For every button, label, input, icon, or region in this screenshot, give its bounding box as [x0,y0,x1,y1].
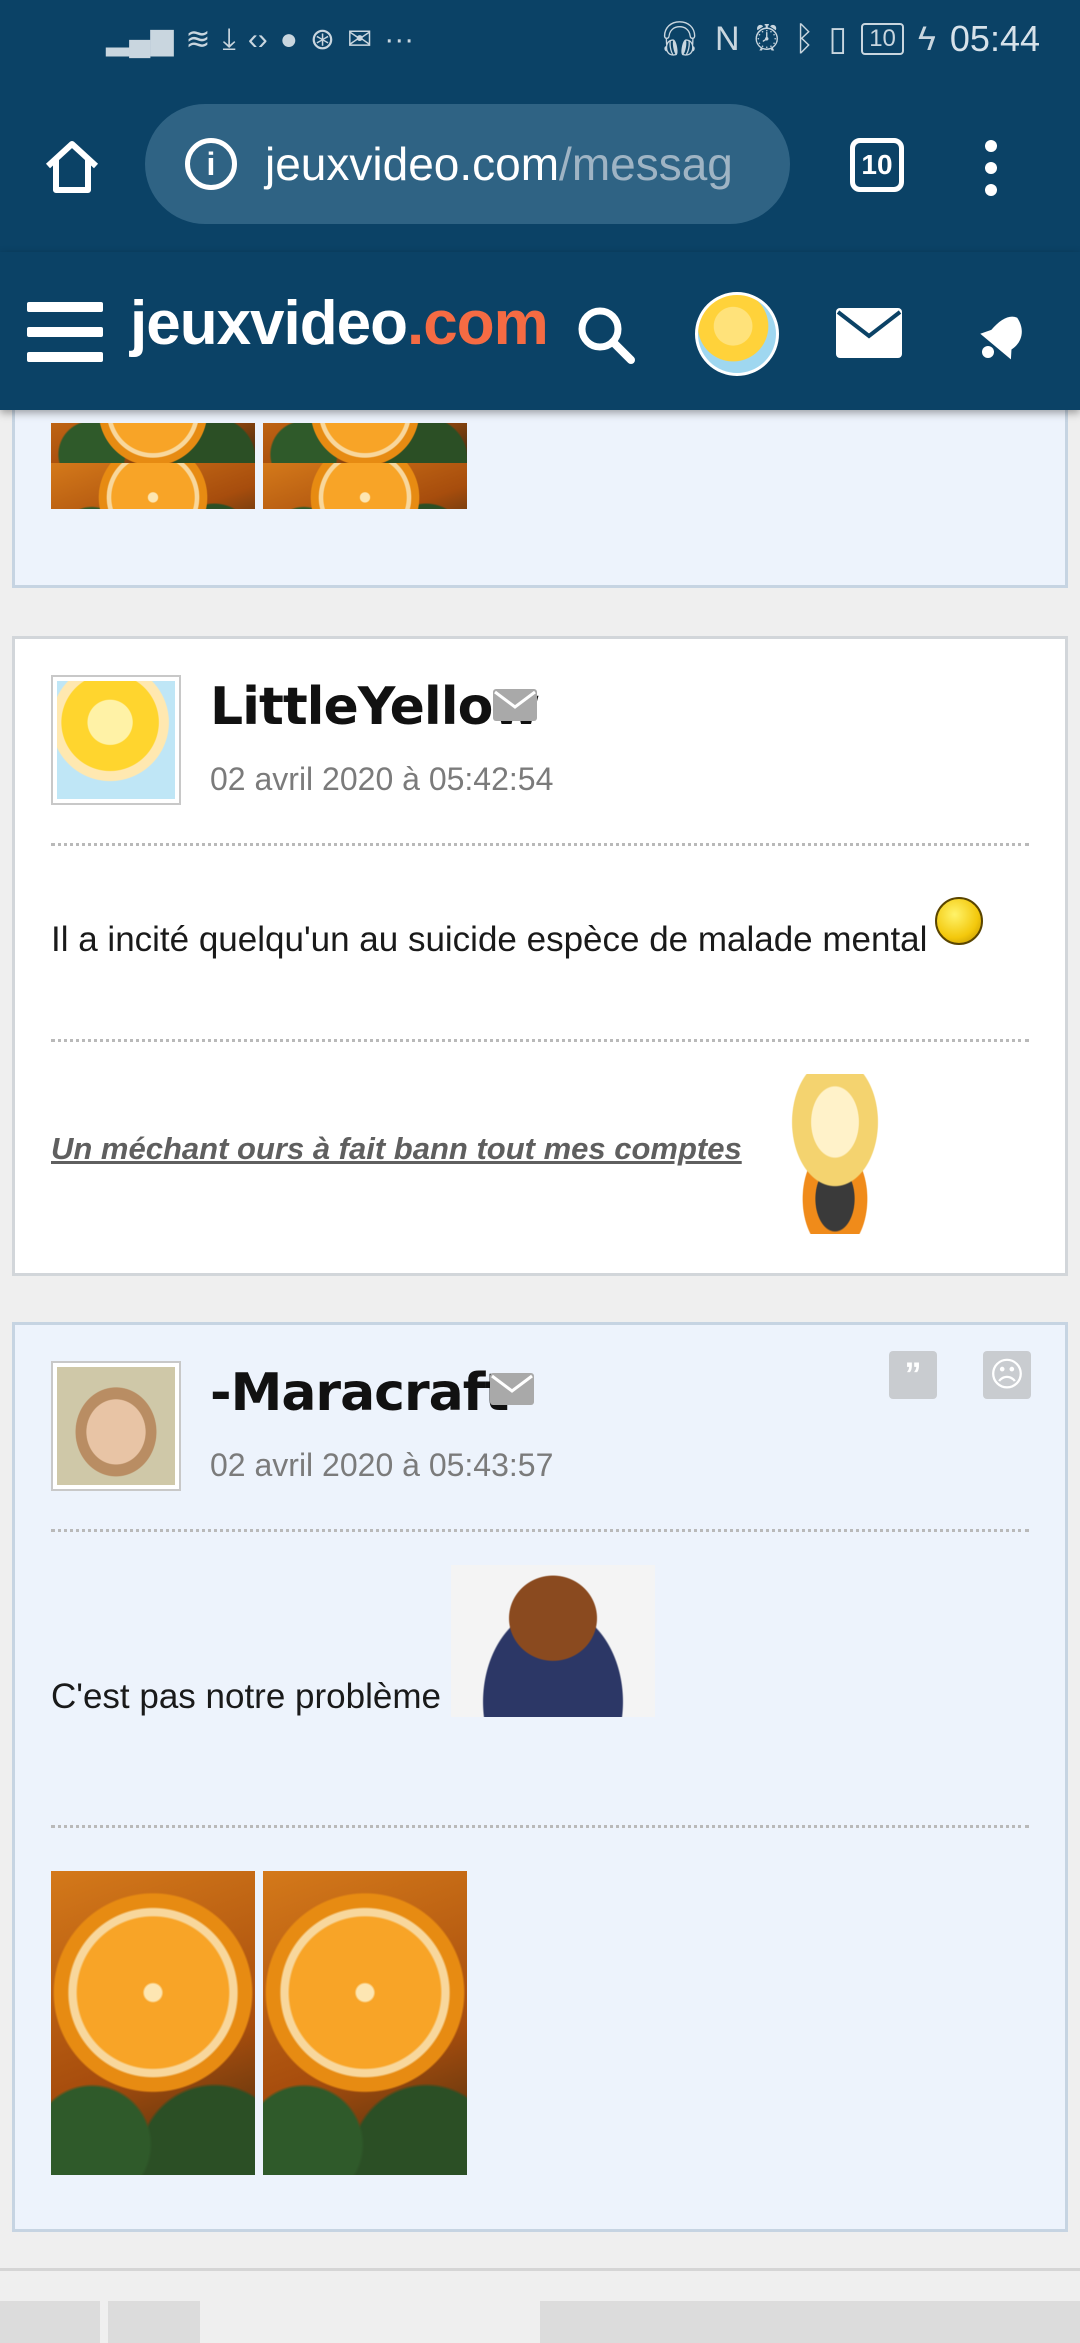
signature-link[interactable]: Un méchant ours à fait bann tout mes com… [51,1131,742,1167]
divider [51,1039,1029,1042]
author-name[interactable]: -Maracraft- [210,1363,530,1423]
post-date[interactable]: 02 avril 2020 à 05:43:57 [210,1447,553,1484]
author-name[interactable]: LittleYellow [210,677,540,737]
reply-button[interactable] [540,2301,1080,2343]
list-button[interactable] [0,2301,100,2343]
info-icon[interactable]: i [185,138,237,190]
site-logo[interactable]: jeuxvideo.com [130,288,549,359]
send-mp-icon[interactable] [490,1373,534,1405]
message-post: LittleYellow 02 avril 2020 à 05:42:54 Il… [12,636,1068,1276]
more-notifications: ··· [384,22,415,56]
browser-toolbar: i jeuxvideo.com/messag 10 [0,84,1080,252]
bear-sticker-image[interactable] [450,1565,655,1717]
mail-icon: ✉ [347,23,373,56]
download-icon: ⤓ [222,22,236,56]
charging-icon: ϟ [917,19,936,58]
message-post: ” ☹ -Maracraft- 02 avril 2020 à 05:43:57… [12,1322,1068,2232]
attached-images [51,423,467,509]
signal-icon: ▂▄▆ [106,23,174,56]
headphones-icon: 🎧︎ [657,20,701,58]
orange-image[interactable] [51,1871,255,2175]
refresh-button[interactable] [108,2301,200,2343]
overflow-menu-icon[interactable] [985,140,999,196]
vibrate-icon: ▯ [828,20,848,58]
signature-image [760,1074,910,1234]
status-bar: ▂▄▆ ≋ ⤓ ‹› ● ⊛ ✉ ··· 🎧︎ N ⏰︎ ᛒ ▯ 10 ϟ 05… [0,0,1080,84]
send-mp-icon[interactable] [493,689,537,721]
wifi-icon: ≋ [185,23,211,56]
clock: 05:44 [949,18,1040,59]
message-body: Il a incité quelqu'un au suicide espèce … [51,897,984,960]
divider [51,843,1029,846]
message-body: C'est pas notre problème [51,1565,655,1717]
author-avatar[interactable] [51,675,181,805]
author-avatar[interactable] [51,1361,181,1491]
smiley-icon [935,897,984,945]
code-icon: ‹› [247,22,268,56]
shield-icon: ⊛ [309,23,336,56]
record-icon: ● [279,22,298,56]
menu-icon[interactable] [27,302,103,362]
report-icon[interactable]: ☹ [983,1351,1031,1399]
divider [51,1825,1029,1828]
orange-image[interactable] [263,423,467,509]
status-notifications: ▂▄▆ ≋ ⤓ ‹› ● ⊛ ✉ ··· [106,22,414,57]
user-avatar[interactable] [695,292,779,376]
post-date[interactable]: 02 avril 2020 à 05:42:54 [210,761,553,798]
alarm-icon: ⏰︎ [753,19,781,58]
divider [51,1529,1029,1532]
bottom-toolbar [0,2268,1080,2343]
bluetooth-icon: ᛒ [794,19,815,58]
nfc-icon: N [714,19,740,58]
search-icon[interactable] [573,302,637,366]
url-text[interactable]: jeuxvideo.com/messag [265,137,733,191]
orange-image[interactable] [51,423,255,509]
home-icon[interactable] [40,134,104,198]
site-header: jeuxvideo.com [0,252,1080,410]
battery-icon: 10 [861,23,904,55]
quote-icon[interactable]: ” [889,1351,937,1399]
orange-image[interactable] [263,1871,467,2175]
private-messages-icon[interactable] [836,308,902,358]
status-system: 🎧︎ N ⏰︎ ᛒ ▯ 10 ϟ 05:44 [658,18,1040,60]
notifications-icon[interactable] [970,302,1030,362]
tab-switcher-button[interactable]: 10 [850,138,904,192]
attached-images [51,1871,467,2175]
address-bar[interactable]: i jeuxvideo.com/messag [145,104,790,224]
